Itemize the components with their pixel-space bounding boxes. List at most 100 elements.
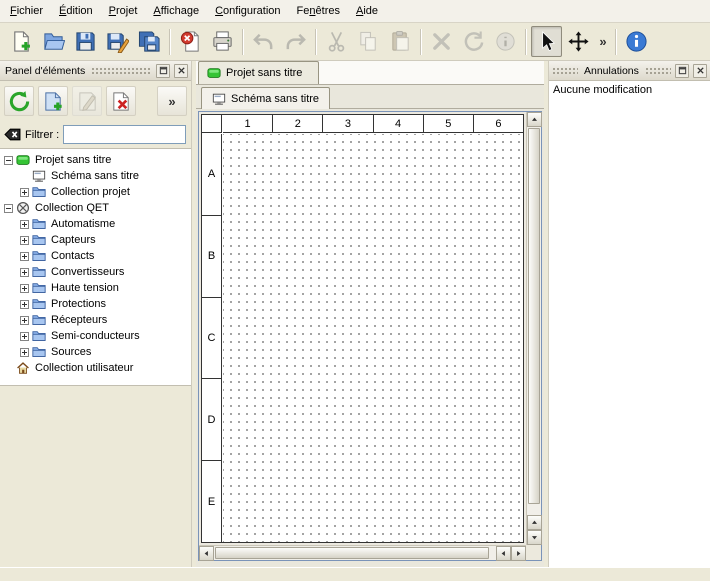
hscroll-track[interactable] — [214, 546, 496, 560]
float-undo-button[interactable] — [675, 64, 689, 78]
new-project-button[interactable] — [6, 26, 37, 57]
folder-icon — [32, 233, 46, 247]
about-qet-button[interactable] — [621, 26, 652, 57]
save-as-icon — [106, 30, 129, 53]
tree-item-collection-projet[interactable]: Collection projet — [0, 184, 191, 200]
tree-item-semi-conducteurs[interactable]: Semi-conducteurs — [0, 328, 191, 344]
delete-x-icon — [430, 30, 453, 53]
collapse-icon[interactable] — [4, 156, 13, 165]
diagram-grid[interactable] — [223, 134, 523, 542]
rotate-selection-button[interactable] — [458, 26, 489, 57]
paste-button[interactable] — [385, 26, 416, 57]
save-project-button[interactable] — [70, 26, 101, 57]
expand-icon[interactable] — [20, 316, 29, 325]
copy-icon — [357, 30, 380, 53]
scroll-up2-icon[interactable] — [527, 515, 542, 530]
elements-panel-title: Panel d'éléments — [3, 65, 87, 77]
tree-item-convertisseurs[interactable]: Convertisseurs — [0, 264, 191, 280]
diagram-window: 123456 ABCDE — [198, 111, 542, 561]
tree-item-collection-qet[interactable]: Collection QET — [0, 200, 191, 216]
expand-icon[interactable] — [20, 348, 29, 357]
expand-icon[interactable] — [20, 188, 29, 197]
elements-toolbar-overflow-button[interactable]: » — [157, 86, 187, 116]
selection-properties-button[interactable] — [490, 26, 521, 57]
tree-item-haute-tension[interactable]: Haute tension — [0, 280, 191, 296]
menu-affichage[interactable]: Affichage — [145, 2, 207, 20]
tree-item-label: Collection utilisateur — [33, 362, 135, 374]
clear-filter-icon[interactable] — [4, 126, 21, 143]
reload-collections-button[interactable] — [4, 86, 34, 116]
tree-item-sources[interactable]: Sources — [0, 344, 191, 360]
expand-icon[interactable] — [20, 220, 29, 229]
vertical-scrollbar[interactable] — [526, 112, 541, 545]
expand-icon[interactable] — [20, 236, 29, 245]
toolbar-overflow-button[interactable]: » — [595, 26, 611, 57]
menu-aide[interactable]: Aide — [348, 2, 386, 20]
expand-icon[interactable] — [20, 300, 29, 309]
undo-button[interactable] — [248, 26, 279, 57]
undo-panel-titlebar[interactable]: Annulations — [549, 61, 710, 81]
scroll-left-icon[interactable] — [199, 546, 214, 561]
scroll-down-icon[interactable] — [527, 530, 542, 545]
undo-panel: Annulations Aucune modification — [548, 61, 710, 567]
menu-fenetres[interactable]: Fenêtres — [289, 2, 348, 20]
save-project-as-button[interactable] — [102, 26, 133, 57]
tree-item-projet-sans-titre[interactable]: Projet sans titre — [0, 152, 191, 168]
vscroll-thumb[interactable] — [528, 128, 540, 504]
tab-project[interactable]: Projet sans titre — [198, 61, 319, 84]
menu-edition[interactable]: Édition — [51, 2, 101, 20]
tree-item-contacts[interactable]: Contacts — [0, 248, 191, 264]
tree-item-protections[interactable]: Protections — [0, 296, 191, 312]
visualisation-mode-button[interactable] — [563, 26, 594, 57]
float-panel-button[interactable] — [156, 64, 170, 78]
scroll-up-icon[interactable] — [527, 112, 542, 127]
tree-item-recepteurs[interactable]: Récepteurs — [0, 312, 191, 328]
save-all-button[interactable] — [134, 26, 165, 57]
close-panel-button[interactable] — [174, 64, 188, 78]
menu-configuration[interactable]: Configuration — [207, 2, 288, 20]
expand-icon[interactable] — [20, 284, 29, 293]
project-tabbar: Projet sans titre — [196, 61, 544, 85]
redo-button[interactable] — [280, 26, 311, 57]
vscroll-track[interactable] — [527, 127, 541, 515]
collapse-icon[interactable] — [4, 204, 13, 213]
scroll-right-icon[interactable] — [511, 546, 526, 561]
scroll-left2-icon[interactable] — [496, 546, 511, 561]
hscroll-thumb[interactable] — [215, 547, 489, 559]
menu-fichier[interactable]: Fichier — [2, 2, 51, 20]
close-file-button[interactable] — [175, 26, 206, 57]
filter-label: Filtrer : — [25, 129, 59, 141]
tree-item-capteurs[interactable]: Capteurs — [0, 232, 191, 248]
filter-input[interactable] — [63, 125, 186, 144]
open-project-button[interactable] — [38, 26, 69, 57]
horizontal-scrollbar[interactable] — [199, 545, 526, 560]
elements-panel-titlebar[interactable]: Panel d'éléments — [0, 61, 191, 81]
expander-spacer — [20, 172, 29, 181]
new-element-button[interactable] — [38, 86, 68, 116]
tree-item-schema-sans-titre[interactable]: Schéma sans titre — [0, 168, 191, 184]
tab-schema[interactable]: Schéma sans titre — [201, 87, 330, 109]
copy-button[interactable] — [353, 26, 384, 57]
menu-projet[interactable]: Projet — [101, 2, 146, 20]
edit-element-icon — [76, 90, 99, 113]
move-icon — [567, 30, 590, 53]
edit-element-button[interactable] — [72, 86, 102, 116]
reload-icon — [8, 90, 31, 113]
mdi-area: Schéma sans titre 123456 ABCDE — [196, 85, 544, 567]
close-undo-button[interactable] — [693, 64, 707, 78]
elements-panel: Panel d'éléments » Filtrer : Projet sans… — [0, 61, 192, 567]
expand-icon[interactable] — [20, 332, 29, 341]
undo-list-item[interactable]: Aucune modification — [549, 81, 710, 97]
expand-icon[interactable] — [20, 268, 29, 277]
print-button[interactable] — [207, 26, 238, 57]
delete-selection-button[interactable] — [426, 26, 457, 57]
folder-icon — [32, 313, 46, 327]
expand-icon[interactable] — [20, 252, 29, 261]
delete-element-button[interactable] — [106, 86, 136, 116]
cut-button[interactable] — [321, 26, 352, 57]
tree-item-collection-utilisateur[interactable]: Collection utilisateur — [0, 360, 191, 376]
tree-item-automatisme[interactable]: Automatisme — [0, 216, 191, 232]
diagram-paper[interactable]: 123456 ABCDE — [201, 114, 524, 543]
selection-mode-button[interactable] — [531, 26, 562, 57]
dock-grip — [552, 67, 578, 75]
